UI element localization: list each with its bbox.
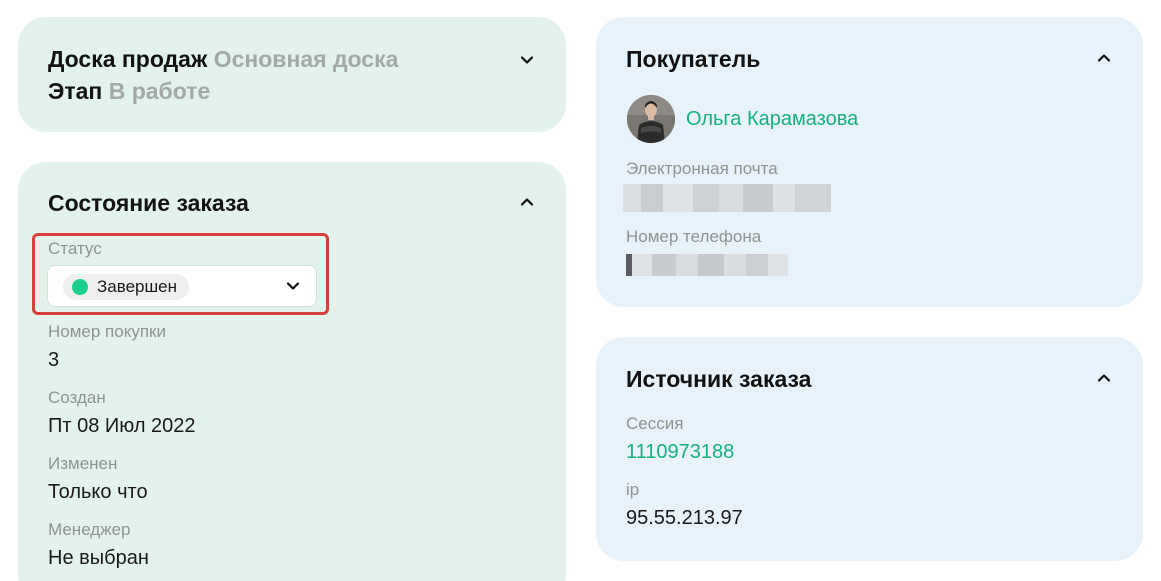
status-badge: Завершен <box>63 274 189 300</box>
stage-line: Этап В работе <box>48 78 210 105</box>
email-redacted <box>623 184 831 212</box>
chevron-up-icon[interactable] <box>1093 47 1115 69</box>
stage-value: В работе <box>108 78 211 104</box>
status-select[interactable]: Завершен <box>47 265 317 307</box>
purchase-number-label: Номер покупки <box>48 322 166 341</box>
chevron-down-icon <box>282 275 304 297</box>
order-state-card: Состояние заказа <box>18 162 566 581</box>
status-value: Завершен <box>97 277 177 296</box>
status-label: Статус <box>48 239 102 258</box>
sales-board-card: Доска продаж Основная доска Этап В работ… <box>18 17 566 132</box>
avatar[interactable] <box>627 95 675 143</box>
board-value: Основная доска <box>213 46 399 72</box>
phone-label: Номер телефона <box>626 227 762 246</box>
manager-value[interactable]: Не выбран <box>48 547 149 570</box>
order-state-title: Состояние заказа <box>48 190 249 216</box>
changed-label: Изменен <box>48 454 118 473</box>
board-label: Доска продаж <box>48 46 208 72</box>
chevron-up-icon[interactable] <box>516 191 538 213</box>
email-label: Электронная почта <box>626 159 778 178</box>
session-label: Сессия <box>626 414 684 433</box>
created-value: Пт 08 Июл 2022 <box>48 415 196 437</box>
buyer-name-link[interactable]: Ольга Карамазова <box>686 108 858 131</box>
stage-label: Этап <box>48 78 103 104</box>
ip-label: ip <box>626 480 640 499</box>
board-line: Доска продаж Основная доска <box>48 46 398 73</box>
ip-value: 95.55.213.97 <box>626 507 743 529</box>
session-link[interactable]: 1110973188 <box>626 441 734 464</box>
changed-value: Только что <box>48 481 148 503</box>
source-title: Источник заказа <box>626 366 812 392</box>
chevron-up-icon[interactable] <box>1093 367 1115 389</box>
purchase-number-value: 3 <box>48 349 60 371</box>
buyer-title: Покупатель <box>626 46 761 72</box>
status-dot-icon <box>72 279 88 295</box>
phone-redacted <box>626 254 788 276</box>
created-label: Создан <box>48 388 106 407</box>
chevron-down-icon[interactable] <box>516 49 538 71</box>
manager-label: Менеджер <box>48 520 131 539</box>
